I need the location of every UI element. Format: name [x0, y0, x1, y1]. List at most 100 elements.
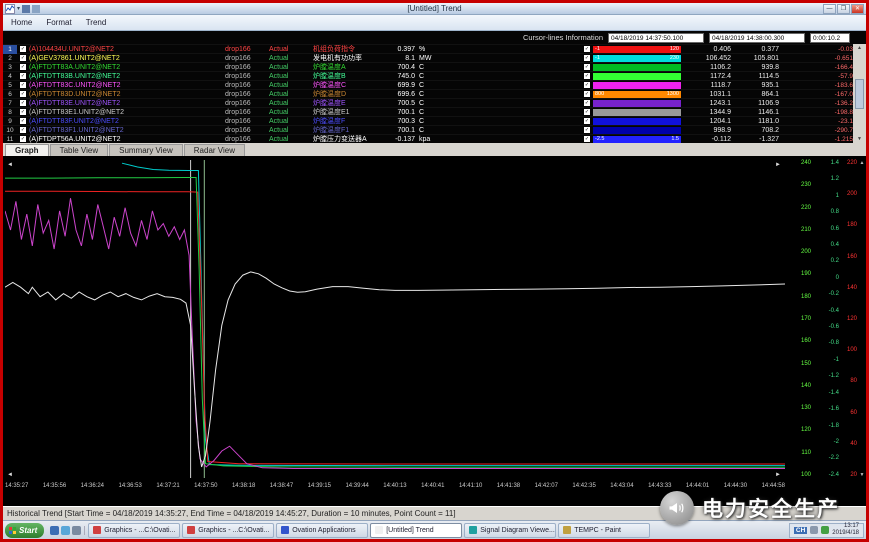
row-checkbox[interactable]: ✓	[17, 109, 29, 115]
taskbar-button[interactable]: Ovation Applications	[276, 523, 368, 538]
taskbar-button-icon	[93, 526, 101, 534]
cursor-time-2-field[interactable]: 04/18/2019 14:38:00.300	[709, 33, 805, 43]
plot-checkbox[interactable]: ✓	[581, 55, 593, 61]
mode-label: Actual	[269, 81, 313, 90]
row-checkbox[interactable]: ✓	[17, 127, 29, 133]
plot-checkbox[interactable]: ✓	[581, 82, 593, 88]
chevron-down-icon[interactable]: ▾	[17, 5, 20, 12]
row-checkbox[interactable]: ✓	[17, 82, 29, 88]
tray-icon-1[interactable]	[810, 526, 818, 534]
color-swatch[interactable]	[593, 73, 681, 80]
cursor1-value: 1118.7	[681, 81, 731, 90]
table-row[interactable]: 10✓(A)FTDTT83F1.UNIT2@NET2drop166Actual炉…	[3, 125, 866, 134]
save-icon[interactable]	[22, 5, 30, 13]
cursor-time-1-field[interactable]: 04/18/2019 14:37:50.100	[608, 33, 704, 43]
row-number: 1	[3, 45, 17, 54]
menu-trend[interactable]: Trend	[86, 18, 107, 27]
plot-checkbox[interactable]: ✓	[581, 127, 593, 133]
scroll-left-icon[interactable]: ◄	[7, 162, 13, 168]
scroll-right-icon[interactable]: ►	[775, 162, 781, 168]
plot-checkbox[interactable]: ✓	[581, 100, 593, 106]
plot-checkbox[interactable]: ✓	[581, 73, 593, 79]
color-swatch[interactable]	[593, 109, 681, 116]
close-button[interactable]: ✕	[851, 4, 864, 14]
taskbar-button[interactable]: [Untitled] Trend	[370, 523, 462, 538]
color-swatch[interactable]	[593, 118, 681, 125]
x-tick: 14:38:47	[270, 483, 293, 489]
cursor-info-label: Cursor-lines Information	[523, 33, 603, 42]
table-row[interactable]: 6✓(A)FTDTT83D.UNIT2@NET2drop166Actual炉膛温…	[3, 89, 866, 98]
language-indicator[interactable]: CH	[794, 527, 807, 534]
tray-icon-2[interactable]	[821, 526, 829, 534]
quick-launch-icon-1[interactable]	[50, 526, 59, 535]
plot-checkbox[interactable]: ✓	[581, 109, 593, 115]
taskbar-button[interactable]: Signal Diagram Viewe...	[464, 523, 556, 538]
table-row[interactable]: 9✓(A)FTDTT83F.UNIT2@NET2drop166Actual炉膛温…	[3, 116, 866, 125]
quick-launch-icon-3[interactable]	[72, 526, 81, 535]
table-scrollbar[interactable]: ▲ ▼	[853, 44, 866, 143]
row-checkbox[interactable]: ✓	[17, 136, 29, 142]
table-row[interactable]: 8✓(A)FTDTT83E1.UNIT2@NET2drop166Actual炉膛…	[3, 107, 866, 116]
table-row[interactable]: 7✓(A)FTDTT83E.UNIT2@NET2drop166Actual炉膛温…	[3, 98, 866, 107]
color-swatch[interactable]: -2.51.5	[593, 136, 681, 143]
table-row[interactable]: 3✓(A)FTDTT83A.UNIT2@NET2drop166Actual炉膛温…	[3, 62, 866, 71]
tab-graph[interactable]: Graph	[5, 144, 49, 156]
point-description: 炉膛温度F1	[313, 126, 375, 135]
quick-launch-icon-2[interactable]	[61, 526, 70, 535]
tab-radar-view[interactable]: Radar View	[184, 144, 245, 156]
row-checkbox[interactable]: ✓	[17, 100, 29, 106]
point-description: 炉膛温度E1	[313, 108, 375, 117]
scrollbar-thumb[interactable]	[855, 79, 864, 109]
plot-checkbox[interactable]: ✓	[581, 91, 593, 97]
plot-checkbox[interactable]: ✓	[581, 118, 593, 124]
x-tick: 14:35:56	[43, 483, 66, 489]
chart-scrollbar[interactable]: ▲ ▼	[859, 160, 865, 478]
table-row[interactable]: 1✓(A)104434U.UNIT2@NET2drop166Actual机组负荷…	[3, 44, 866, 53]
taskbar-button[interactable]: TEMPC - Paint	[558, 523, 650, 538]
taskbar-button-label: TEMPC - Paint	[574, 527, 621, 534]
scroll-up-icon[interactable]: ▲	[860, 160, 865, 166]
table-row[interactable]: 5✓(A)FTDTT83C.UNIT2@NET2drop166Actual炉膛温…	[3, 80, 866, 89]
delta-value: -57.9	[811, 72, 853, 81]
series-magenta	[5, 198, 785, 468]
tab-table-view[interactable]: Table View	[50, 144, 109, 156]
table-row[interactable]: 4✓(A)FTDTT83B.UNIT2@NET2drop166Actual炉膛温…	[3, 71, 866, 80]
table-row[interactable]: 11✓(A)FTDPT56A.UNIT2@NET2drop166Actual炉膛…	[3, 134, 866, 143]
row-checkbox[interactable]: ✓	[17, 91, 29, 97]
scroll-down-icon[interactable]: ▼	[857, 136, 862, 142]
row-number: 3	[3, 63, 17, 72]
taskbar-button[interactable]: Graphics - ...C:\Ovati...	[88, 523, 180, 538]
scroll-down-icon[interactable]: ▼	[860, 472, 865, 478]
color-swatch[interactable]	[593, 64, 681, 71]
plot-checkbox[interactable]: ✓	[581, 46, 593, 52]
delta-value: -167.0	[811, 90, 853, 99]
scroll-left-icon[interactable]: ◄	[7, 472, 13, 478]
color-swatch[interactable]	[593, 127, 681, 134]
color-swatch[interactable]: 8001300	[593, 91, 681, 98]
tab-summary-view[interactable]: Summary View	[109, 144, 183, 156]
menu-format[interactable]: Format	[46, 18, 71, 27]
start-button[interactable]: Start	[5, 523, 44, 538]
row-checkbox[interactable]: ✓	[17, 118, 29, 124]
y-tick: 120	[801, 427, 811, 433]
mode-label: Actual	[269, 63, 313, 72]
color-swatch[interactable]	[593, 82, 681, 89]
color-swatch[interactable]: -1230	[593, 55, 681, 62]
color-swatch[interactable]: -1120	[593, 46, 681, 53]
scroll-up-icon[interactable]: ▲	[857, 45, 862, 51]
restore-button[interactable]: ❐	[837, 4, 850, 14]
taskbar-button[interactable]: Graphics - ...C:\Ovati...	[182, 523, 274, 538]
minimize-button[interactable]: —	[823, 4, 836, 14]
plot-checkbox[interactable]: ✓	[581, 136, 593, 142]
row-checkbox[interactable]: ✓	[17, 46, 29, 52]
menu-home[interactable]: Home	[11, 18, 32, 27]
row-checkbox[interactable]: ✓	[17, 73, 29, 79]
row-checkbox[interactable]: ✓	[17, 55, 29, 61]
table-row[interactable]: 2✓(A)GEV37861.UNIT2@NET2drop166Actual发电机…	[3, 53, 866, 62]
scroll-right-icon[interactable]: ►	[775, 472, 781, 478]
trend-plot[interactable]	[5, 160, 785, 478]
row-checkbox[interactable]: ✓	[17, 64, 29, 70]
color-swatch[interactable]	[593, 100, 681, 107]
print-icon[interactable]	[32, 5, 40, 13]
plot-checkbox[interactable]: ✓	[581, 64, 593, 70]
